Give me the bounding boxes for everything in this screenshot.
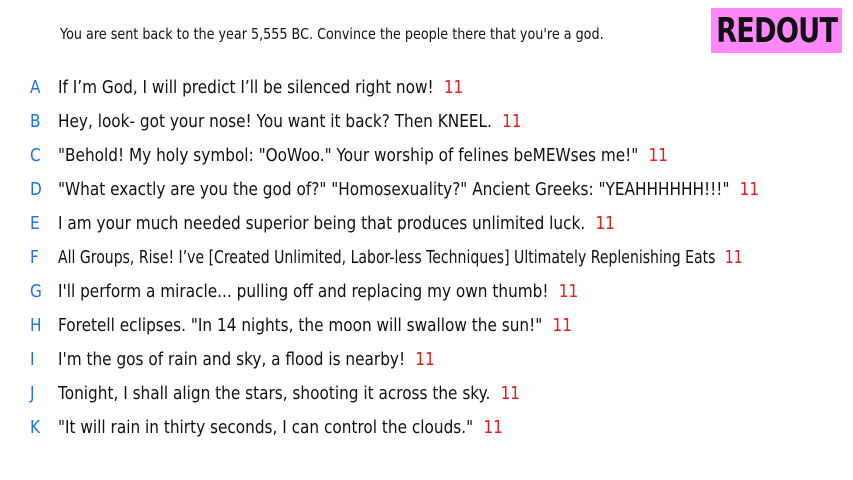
answer-c: C "Behold! My holy symbol: "OoWoo." Your… [30, 138, 853, 172]
redout-logo: REDOUT [711, 8, 842, 53]
answer-b: B Hey, look- got your nose! You want it … [30, 104, 853, 138]
answer-letter: F [30, 246, 39, 268]
answer-score: 11 [558, 280, 579, 302]
answer-letter: E [30, 212, 40, 234]
answer-score: 11 [502, 110, 522, 132]
answer-text: Hey, look- got your nose! You want it ba… [58, 110, 492, 132]
answer-k: K "It will rain in thirty seconds, I can… [30, 410, 853, 444]
answer-i: I I'm the gos of rain and sky, a flood i… [30, 342, 853, 376]
answer-f: F All Groups, Rise! I’ve [Created Unlimi… [30, 240, 853, 274]
answer-text: Foretell eclipses. "In 14 nights, the mo… [58, 314, 543, 336]
answer-letter: D [30, 178, 42, 200]
answer-text: All Groups, Rise! I’ve [Created Unlimite… [58, 246, 716, 268]
answer-letter: C [30, 144, 41, 166]
answer-text: I'm the gos of rain and sky, a flood is … [58, 348, 406, 370]
answer-text: If I’m God, I will predict I’ll be silen… [58, 76, 434, 98]
answer-letter: K [30, 416, 41, 438]
answer-score: 11 [648, 144, 669, 166]
answer-score: 11 [595, 212, 615, 234]
answer-text: I'll perform a miracle... pulling off an… [58, 280, 549, 302]
answer-letter: H [30, 314, 42, 336]
answer-g: G I'll perform a miracle... pulling off … [30, 274, 853, 308]
answer-letter: J [30, 382, 35, 404]
answer-score: 11 [483, 416, 503, 438]
answer-list: A If I’m God, I will predict I’ll be sil… [30, 70, 853, 444]
answer-text: "It will rain in thirty seconds, I can c… [58, 416, 474, 438]
answer-letter: B [30, 110, 41, 132]
answer-j: J Tonight, I shall align the stars, shoo… [30, 376, 853, 410]
answer-letter: A [30, 76, 41, 98]
logo-text: REDOUT [715, 10, 838, 51]
answer-text: I am your much needed superior being tha… [58, 212, 586, 234]
answer-a: A If I’m God, I will predict I’ll be sil… [30, 70, 853, 104]
answer-d: D "What exactly are you the god of?" "Ho… [30, 172, 853, 206]
answer-score: 11 [739, 178, 760, 200]
prompt-text: You are sent back to the year 5,555 BC. … [60, 25, 604, 43]
answer-h: H Foretell eclipses. "In 14 nights, the … [30, 308, 853, 342]
answer-score: 11 [415, 348, 435, 370]
answer-e: E I am your much needed superior being t… [30, 206, 853, 240]
answer-score: 11 [500, 382, 521, 404]
answer-letter: G [30, 280, 42, 302]
answer-score: 11 [552, 314, 572, 336]
answer-score: 11 [724, 246, 743, 268]
answer-score: 11 [443, 76, 464, 98]
answer-text: Tonight, I shall align the stars, shooti… [58, 382, 491, 404]
answer-letter: I [30, 348, 35, 370]
answer-text: "Behold! My holy symbol: "OoWoo." Your w… [58, 144, 639, 166]
answer-text: "What exactly are you the god of?" "Homo… [58, 178, 730, 200]
